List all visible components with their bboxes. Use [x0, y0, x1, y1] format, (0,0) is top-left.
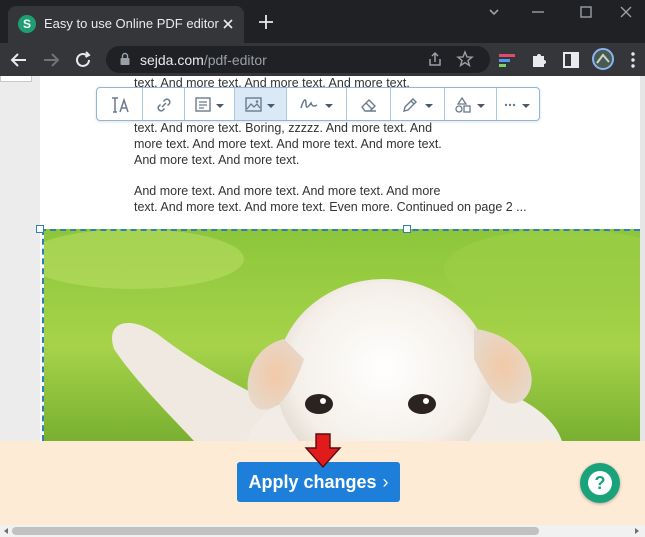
link-icon [157, 98, 171, 112]
selection-top-border [40, 229, 640, 231]
help-question-icon: ? [588, 471, 612, 495]
url-path: /pdf-editor [203, 52, 267, 68]
url-host: sejda.com [140, 52, 204, 68]
paragraph-line[interactable]: And more text. And more text. [134, 153, 299, 169]
image-tool-button[interactable] [235, 88, 287, 120]
paragraph-line[interactable]: text. And more text. And more text. Even… [134, 200, 527, 216]
image-icon [245, 97, 275, 112]
paragraph-line[interactable]: more text. And more text. And more text.… [134, 137, 442, 153]
resize-handle-top-left[interactable] [36, 225, 44, 233]
extension-color-icon[interactable] [496, 49, 518, 71]
horizontal-scrollbar-thumb[interactable] [12, 527, 539, 535]
share-icon[interactable] [426, 50, 444, 68]
puzzle-extensions-icon[interactable] [528, 49, 550, 71]
red-down-arrow-icon [304, 433, 342, 469]
horizontal-scrollbar[interactable] [0, 525, 645, 537]
bottom-action-bar: Apply changes › ? [0, 433, 645, 525]
url-text: sejda.com/pdf-editor [140, 52, 267, 68]
shapes-icon [455, 96, 485, 113]
address-bar[interactable]: sejda.com/pdf-editor [106, 46, 490, 73]
puppy-photo-icon [44, 229, 642, 441]
form-icon [195, 97, 224, 112]
back-arrow-icon[interactable] [8, 49, 30, 71]
close-tab-icon[interactable] [220, 16, 236, 32]
left-panel-edge [0, 76, 32, 82]
more-tool-button[interactable] [497, 88, 539, 120]
annotate-tool-button[interactable] [391, 88, 445, 120]
forms-tool-button[interactable] [185, 88, 235, 120]
editor-toolbar [96, 87, 540, 121]
tab-title: Easy to use Online PDF editor [44, 16, 219, 31]
eraser-tool-button[interactable] [347, 88, 391, 120]
kebab-menu-icon[interactable] [622, 49, 644, 71]
profile-avatar[interactable] [592, 48, 614, 70]
browser-tab[interactable]: S Easy to use Online PDF editor [8, 6, 244, 43]
forward-arrow-icon[interactable] [40, 49, 62, 71]
side-panel-icon[interactable] [560, 49, 582, 71]
page-viewport: text. And more text. And more text. And … [0, 76, 645, 537]
text-icon [112, 97, 129, 113]
sign-tool-button[interactable] [287, 88, 347, 120]
close-window-icon[interactable] [608, 2, 644, 22]
tab-search-chevron-icon[interactable] [474, 2, 514, 22]
paragraph-line[interactable]: text. And more text. Boring, zzzzz. And … [134, 121, 432, 137]
pen-icon [403, 98, 433, 112]
shapes-tool-button[interactable] [445, 88, 497, 120]
scroll-left-arrow-icon[interactable] [2, 527, 10, 535]
text-tool-button[interactable] [97, 88, 143, 120]
help-button[interactable]: ? [580, 463, 620, 503]
bookmark-star-icon[interactable] [456, 50, 474, 68]
apply-changes-label: Apply changes [248, 472, 377, 492]
sejda-favicon-icon: S [18, 15, 36, 33]
lock-icon[interactable] [118, 52, 132, 66]
eraser-icon [361, 99, 376, 112]
resize-handle-top-center[interactable] [403, 225, 411, 233]
profile-picture-icon [594, 50, 612, 68]
browser-toolbar: sejda.com/pdf-editor [0, 43, 645, 76]
paragraph-line[interactable]: And more text. And more text. And more t… [134, 184, 440, 200]
more-icon [504, 103, 530, 108]
link-tool-button[interactable] [143, 88, 185, 120]
maximize-icon[interactable] [566, 2, 606, 22]
new-tab-icon[interactable] [256, 12, 276, 32]
minimize-icon[interactable] [518, 2, 558, 22]
chevron-right-icon: › [382, 472, 389, 492]
scroll-right-arrow-icon[interactable] [633, 527, 641, 535]
signature-icon [300, 99, 333, 109]
reload-icon[interactable] [72, 49, 94, 71]
browser-titlebar: S Easy to use Online PDF editor [0, 0, 645, 43]
selected-image[interactable] [42, 229, 642, 441]
